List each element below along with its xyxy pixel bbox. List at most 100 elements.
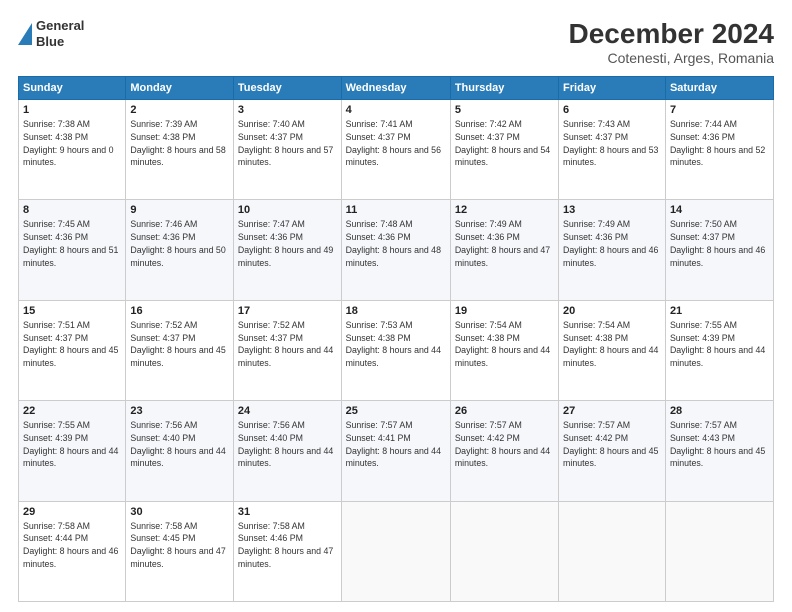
calendar-cell: 20 Sunrise: 7:54 AMSunset: 4:38 PMDayligh…: [559, 300, 666, 400]
week-row-2: 8Sunrise: 7:45 AMSunset: 4:36 PMDaylight…: [19, 200, 774, 300]
weekday-header-wednesday: Wednesday: [341, 77, 450, 100]
day-number: 11: [346, 204, 446, 216]
calendar-cell: 9 Sunrise: 7:46 AMSunset: 4:36 PMDaylight…: [126, 200, 234, 300]
calendar-cell: 12 Sunrise: 7:49 AMSunset: 4:36 PMDayligh…: [450, 200, 558, 300]
calendar-cell: [341, 501, 450, 601]
day-info: Sunrise: 7:57 AMSunset: 4:43 PMDaylight:…: [670, 419, 769, 470]
day-info: Sunrise: 7:42 AMSunset: 4:37 PMDaylight:…: [455, 118, 554, 169]
calendar-cell: [559, 501, 666, 601]
logo-text: General Blue: [36, 18, 84, 49]
logo-line1: General: [36, 18, 84, 34]
day-info: Sunrise: 7:54 AMSunset: 4:38 PMDaylight:…: [563, 319, 661, 370]
calendar-cell: 24 Sunrise: 7:56 AMSunset: 4:40 PMDayligh…: [233, 401, 341, 501]
day-info: Sunrise: 7:41 AMSunset: 4:37 PMDaylight:…: [346, 118, 446, 169]
weekday-header-row: SundayMondayTuesdayWednesdayThursdayFrid…: [19, 77, 774, 100]
day-number: 22: [23, 405, 121, 417]
calendar-cell: 27Sunrise: 7:57 AMSunset: 4:42 PMDayligh…: [559, 401, 666, 501]
calendar-cell: [450, 501, 558, 601]
day-number: 19: [455, 305, 554, 317]
calendar-cell: 17Sunrise: 7:52 AMSunset: 4:37 PMDayligh…: [233, 300, 341, 400]
day-number: 26: [455, 405, 554, 417]
calendar-cell: 18 Sunrise: 7:53 AMSunset: 4:38 PMDayligh…: [341, 300, 450, 400]
day-info: Sunrise: 7:43 AMSunset: 4:37 PMDaylight:…: [563, 118, 661, 169]
weekday-header-tuesday: Tuesday: [233, 77, 341, 100]
day-number: 18: [346, 305, 446, 317]
day-info: Sunrise: 7:58 AMSunset: 4:45 PMDaylight:…: [130, 520, 229, 571]
day-info: Sunrise: 7:55 AMSunset: 4:39 PMDaylight:…: [670, 319, 769, 370]
day-number: 16: [130, 305, 229, 317]
calendar-subtitle: Cotenesti, Arges, Romania: [569, 50, 774, 66]
day-number: 20: [563, 305, 661, 317]
title-block: December 2024 Cotenesti, Arges, Romania: [569, 18, 774, 66]
day-number: 14: [670, 204, 769, 216]
day-number: 4: [346, 104, 446, 116]
day-number: 6: [563, 104, 661, 116]
calendar-cell: [665, 501, 773, 601]
calendar-cell: 1 Sunrise: 7:38 AMSunset: 4:38 PMDaylight…: [19, 100, 126, 200]
day-number: 9: [130, 204, 229, 216]
calendar-page: General Blue December 2024 Cotenesti, Ar…: [0, 0, 792, 612]
day-info: Sunrise: 7:58 AMSunset: 4:46 PMDaylight:…: [238, 520, 337, 571]
day-info: Sunrise: 7:57 AMSunset: 4:41 PMDaylight:…: [346, 419, 446, 470]
day-info: Sunrise: 7:49 AMSunset: 4:36 PMDaylight:…: [563, 218, 661, 269]
day-number: 1: [23, 104, 121, 116]
day-number: 23: [130, 405, 229, 417]
calendar-cell: 16 Sunrise: 7:52 AMSunset: 4:37 PMDayligh…: [126, 300, 234, 400]
day-number: 30: [130, 506, 229, 518]
calendar-cell: 31 Sunrise: 7:58 AMSunset: 4:46 PMDayligh…: [233, 501, 341, 601]
calendar-cell: 14 Sunrise: 7:50 AMSunset: 4:37 PMDayligh…: [665, 200, 773, 300]
day-info: Sunrise: 7:46 AMSunset: 4:36 PMDaylight:…: [130, 218, 229, 269]
day-info: Sunrise: 7:40 AMSunset: 4:37 PMDaylight:…: [238, 118, 337, 169]
day-number: 7: [670, 104, 769, 116]
weekday-header-sunday: Sunday: [19, 77, 126, 100]
header: General Blue December 2024 Cotenesti, Ar…: [18, 18, 774, 66]
day-info: Sunrise: 7:51 AMSunset: 4:37 PMDaylight:…: [23, 319, 121, 370]
day-number: 15: [23, 305, 121, 317]
day-info: Sunrise: 7:38 AMSunset: 4:38 PMDaylight:…: [23, 118, 121, 169]
day-number: 24: [238, 405, 337, 417]
calendar-table: SundayMondayTuesdayWednesdayThursdayFrid…: [18, 76, 774, 602]
calendar-cell: 19 Sunrise: 7:54 AMSunset: 4:38 PMDayligh…: [450, 300, 558, 400]
day-info: Sunrise: 7:54 AMSunset: 4:38 PMDaylight:…: [455, 319, 554, 370]
calendar-cell: 21 Sunrise: 7:55 AMSunset: 4:39 PMDayligh…: [665, 300, 773, 400]
day-number: 31: [238, 506, 337, 518]
week-row-3: 15 Sunrise: 7:51 AMSunset: 4:37 PMDayligh…: [19, 300, 774, 400]
day-number: 5: [455, 104, 554, 116]
calendar-cell: 26Sunrise: 7:57 AMSunset: 4:42 PMDayligh…: [450, 401, 558, 501]
calendar-title: December 2024: [569, 18, 774, 50]
day-number: 3: [238, 104, 337, 116]
calendar-cell: 10Sunrise: 7:47 AMSunset: 4:36 PMDayligh…: [233, 200, 341, 300]
day-info: Sunrise: 7:52 AMSunset: 4:37 PMDaylight:…: [130, 319, 229, 370]
day-info: Sunrise: 7:56 AMSunset: 4:40 PMDaylight:…: [238, 419, 337, 470]
week-row-5: 29Sunrise: 7:58 AMSunset: 4:44 PMDayligh…: [19, 501, 774, 601]
logo: General Blue: [18, 18, 84, 49]
day-info: Sunrise: 7:50 AMSunset: 4:37 PMDaylight:…: [670, 218, 769, 269]
day-info: Sunrise: 7:44 AMSunset: 4:36 PMDaylight:…: [670, 118, 769, 169]
calendar-cell: 30 Sunrise: 7:58 AMSunset: 4:45 PMDayligh…: [126, 501, 234, 601]
calendar-cell: 3 Sunrise: 7:40 AMSunset: 4:37 PMDaylight…: [233, 100, 341, 200]
day-info: Sunrise: 7:47 AMSunset: 4:36 PMDaylight:…: [238, 218, 337, 269]
weekday-header-friday: Friday: [559, 77, 666, 100]
weekday-header-thursday: Thursday: [450, 77, 558, 100]
calendar-cell: 11Sunrise: 7:48 AMSunset: 4:36 PMDayligh…: [341, 200, 450, 300]
day-info: Sunrise: 7:49 AMSunset: 4:36 PMDaylight:…: [455, 218, 554, 269]
calendar-cell: 15 Sunrise: 7:51 AMSunset: 4:37 PMDayligh…: [19, 300, 126, 400]
calendar-cell: 28 Sunrise: 7:57 AMSunset: 4:43 PMDayligh…: [665, 401, 773, 501]
calendar-cell: 4 Sunrise: 7:41 AMSunset: 4:37 PMDaylight…: [341, 100, 450, 200]
calendar-cell: 22 Sunrise: 7:55 AMSunset: 4:39 PMDayligh…: [19, 401, 126, 501]
day-number: 2: [130, 104, 229, 116]
day-number: 21: [670, 305, 769, 317]
day-info: Sunrise: 7:45 AMSunset: 4:36 PMDaylight:…: [23, 218, 121, 269]
calendar-cell: 13 Sunrise: 7:49 AMSunset: 4:36 PMDayligh…: [559, 200, 666, 300]
day-info: Sunrise: 7:53 AMSunset: 4:38 PMDaylight:…: [346, 319, 446, 370]
day-info: Sunrise: 7:55 AMSunset: 4:39 PMDaylight:…: [23, 419, 121, 470]
day-number: 28: [670, 405, 769, 417]
day-number: 12: [455, 204, 554, 216]
calendar-cell: 7 Sunrise: 7:44 AMSunset: 4:36 PMDaylight…: [665, 100, 773, 200]
logo-line2: Blue: [36, 34, 84, 50]
day-number: 13: [563, 204, 661, 216]
logo-icon: [18, 23, 32, 45]
day-number: 25: [346, 405, 446, 417]
calendar-cell: 25 Sunrise: 7:57 AMSunset: 4:41 PMDayligh…: [341, 401, 450, 501]
calendar-cell: 23Sunrise: 7:56 AMSunset: 4:40 PMDayligh…: [126, 401, 234, 501]
